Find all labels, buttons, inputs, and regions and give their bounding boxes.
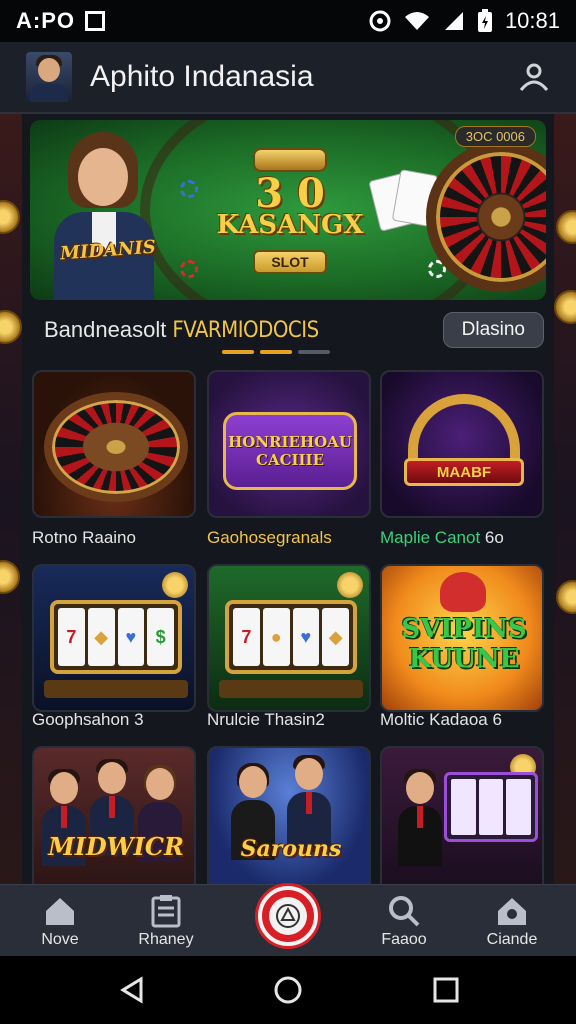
nav-label: Nove — [41, 931, 79, 948]
game-caption-row: Maplie Canot 6o — [380, 528, 554, 548]
banner-top-right-badge: 3OC 0006 — [454, 126, 536, 147]
status-icons: 10:81 — [369, 8, 560, 34]
game-tile-people-3[interactable] — [380, 746, 544, 884]
section-header: Bandneasolt FVARMIODOCIS Dlasino — [44, 310, 544, 350]
promo-banner[interactable]: MIDANIS 3 0 KASANGX SLOT 3OC 0006 — [30, 120, 546, 300]
recents-icon — [433, 977, 459, 1003]
nav-label: Faaoo — [381, 931, 427, 948]
system-nav-bar — [0, 956, 576, 1024]
game-art-text: HONRIEHOAU CACIIIE — [228, 433, 352, 469]
game-art-text: SVIPINS KUUNE — [401, 614, 527, 674]
game-tile-roulette[interactable] — [32, 370, 196, 518]
casino-chip-icon — [276, 904, 300, 928]
page-indicator — [222, 350, 330, 354]
home-icon — [46, 898, 74, 925]
game-caption: Maplie Canot — [380, 528, 481, 547]
indicator-dot — [298, 350, 330, 354]
clipboard-icon — [151, 895, 181, 928]
main-content: MIDANIS 3 0 KASANGX SLOT 3OC 0006 Bandne… — [22, 114, 554, 884]
game-tile-slot-green[interactable]: 7 ● ♥ ◆ — [207, 564, 371, 712]
game-art-text: Sarouns — [240, 836, 342, 862]
game-art-text: MIDWICR — [48, 832, 184, 861]
nav-item-search[interactable]: Faaoo — [354, 893, 454, 949]
nav-item-clipboard[interactable]: Rhaney — [116, 893, 216, 949]
game-art-text: MAABF — [436, 463, 492, 481]
settings-house-icon — [498, 898, 526, 925]
game-caption: Goophsahon 3 — [32, 710, 144, 729]
casino-filter-button[interactable]: Dlasino — [442, 312, 544, 348]
nav-label: Ciande — [486, 931, 538, 948]
app-bar: Aphito Indanasia — [0, 42, 576, 114]
home-circle-icon — [274, 976, 302, 1004]
game-caption: Rotno Raaino — [32, 528, 136, 547]
avatar[interactable] — [26, 52, 72, 102]
nav-label: Rhaney — [138, 931, 194, 948]
game-tile-spins[interactable]: SVIPINS KUUNE — [380, 564, 544, 712]
game-tile-slot-blue[interactable]: 7 ◆ ♥ $ — [32, 564, 196, 712]
game-tile-people-1[interactable]: MIDWICR — [32, 746, 196, 884]
status-clock: 10:81 — [504, 8, 560, 33]
indicator-dot-active — [222, 350, 254, 354]
game-caption: Nrulcie Thasin2 — [207, 710, 325, 729]
back-icon — [120, 976, 143, 1004]
system-back-button[interactable] — [112, 972, 152, 1008]
notification-square-icon — [85, 11, 105, 31]
status-bar: A:PO 10:81 — [0, 0, 576, 42]
game-tile-purple[interactable]: HONRIEHOAU CACIIIE — [207, 370, 371, 518]
signal-icon — [444, 12, 463, 30]
banner-big-word: KASANGX — [216, 210, 364, 240]
indicator-dot-active — [260, 350, 292, 354]
battery-icon — [477, 9, 492, 32]
alarm-icon — [369, 10, 391, 32]
section-label-accent: FVARMIODOCIS — [172, 317, 319, 343]
nav-item-settings[interactable]: Ciande — [462, 893, 562, 949]
system-recents-button[interactable] — [426, 972, 466, 1008]
roulette-wheel-icon — [44, 392, 188, 502]
person-icon[interactable] — [518, 62, 550, 92]
slot-reels-icon: 7 ◆ ♥ $ — [50, 600, 182, 674]
banner-logo: 3 0 KASANGX SLOT — [200, 148, 380, 274]
app-title: Aphito Indanasia — [90, 60, 314, 93]
system-home-button[interactable] — [268, 972, 308, 1008]
section-label-primary: Bandneasolt — [44, 317, 167, 342]
status-left-text: A:PO — [16, 8, 75, 33]
game-tile-gold-machine[interactable]: MAABF — [380, 370, 544, 518]
game-tile-people-2[interactable]: Sarouns — [207, 746, 371, 884]
game-caption: Moltic Kadaoa 6 — [380, 710, 502, 729]
search-icon — [389, 896, 420, 927]
nav-item-home[interactable]: Nove — [10, 893, 110, 949]
game-caption: Gaohosegranals — [207, 528, 332, 547]
slot-machine-icon — [444, 772, 538, 842]
center-casino-button[interactable] — [258, 886, 318, 946]
game-caption-suffix: 6o — [484, 528, 504, 547]
playing-cards-icon — [368, 169, 439, 232]
wifi-icon — [404, 12, 429, 30]
banner-slot-plaque: SLOT — [253, 250, 327, 274]
dealer-illustration — [44, 128, 162, 300]
slot-reels-icon: 7 ● ♥ ◆ — [225, 600, 357, 674]
